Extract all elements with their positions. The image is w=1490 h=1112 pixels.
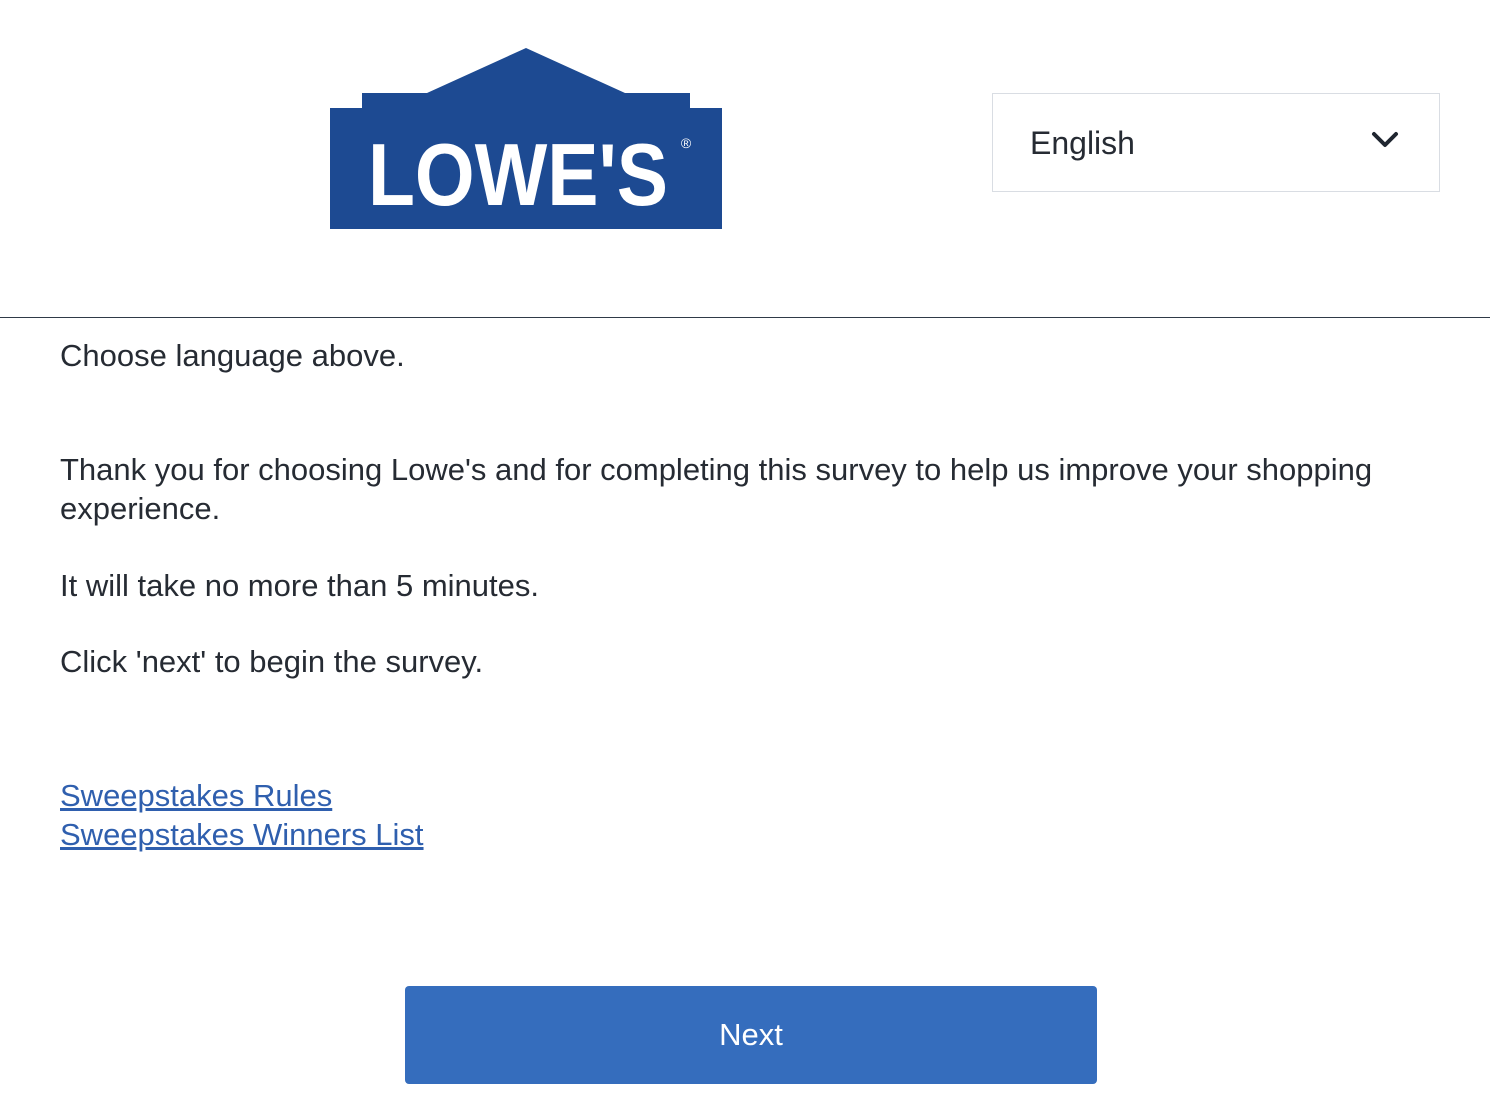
sweepstakes-rules-link[interactable]: Sweepstakes Rules <box>60 776 424 815</box>
next-button[interactable]: Next <box>405 986 1097 1084</box>
choose-language-text: Choose language above. <box>60 338 405 373</box>
sweepstakes-winners-link[interactable]: Sweepstakes Winners List <box>60 815 424 854</box>
duration-text: It will take no more than 5 minutes. <box>60 568 540 603</box>
header-divider <box>0 317 1490 318</box>
language-select[interactable]: English <box>992 93 1440 192</box>
instruction-text: Click 'next' to begin the survey. <box>60 644 484 679</box>
logo-text: LOWE'S <box>368 125 668 224</box>
sweepstakes-links: Sweepstakes Rules Sweepstakes Winners Li… <box>60 776 424 854</box>
lowes-logo: LOWE'S ® <box>330 48 722 229</box>
language-select-value: English <box>1030 125 1135 161</box>
thank-you-text: Thank you for choosing Lowe's and for co… <box>60 452 1373 526</box>
chevron-down-icon <box>1371 130 1399 150</box>
registered-mark: ® <box>681 135 692 151</box>
page-header: LOWE'S ® English <box>0 0 1490 317</box>
